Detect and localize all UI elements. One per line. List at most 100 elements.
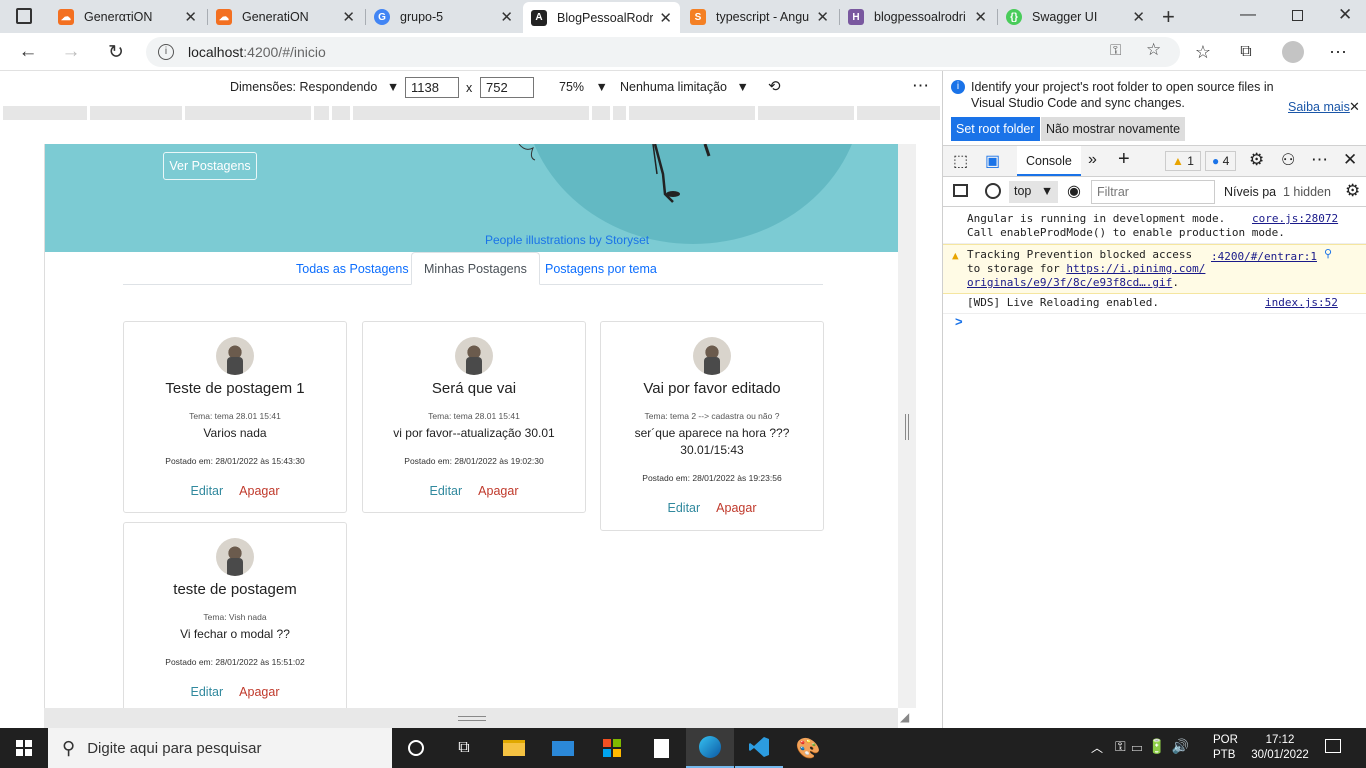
windows-start-icon[interactable] bbox=[0, 728, 48, 768]
back-icon[interactable]: ← bbox=[15, 40, 41, 64]
zoom-select[interactable]: 75% ▼ bbox=[559, 80, 608, 94]
throttle-select[interactable]: Nenhuma limitação ▼ bbox=[620, 80, 749, 94]
close-info-icon[interactable]: ✕ bbox=[1349, 99, 1360, 115]
favorites-icon[interactable]: ☆ bbox=[1190, 40, 1216, 64]
browser-tab-7[interactable]: {} Swagger UI ✕ bbox=[998, 3, 1153, 31]
browser-tab-4-active[interactable]: A BlogPessoalRodri ✕ bbox=[523, 2, 680, 33]
clock[interactable]: 17:12 30/01/2022 bbox=[1244, 733, 1316, 763]
language-indicator[interactable]: POR PTB bbox=[1213, 733, 1238, 763]
browser-tab-3[interactable]: G grupo-5 ✕ bbox=[366, 3, 521, 31]
close-icon[interactable]: ✕ bbox=[1132, 8, 1145, 26]
messages-badge[interactable]: ● 4 bbox=[1205, 151, 1237, 171]
clear-console-icon[interactable] bbox=[985, 183, 1001, 199]
levels-select[interactable]: Níveis pac bbox=[1224, 185, 1276, 199]
tab-all-posts[interactable]: Todas as Postagens bbox=[284, 252, 421, 285]
more-icon[interactable]: ⋯ bbox=[1325, 40, 1351, 64]
settings-icon[interactable]: ⚙ bbox=[1249, 150, 1264, 170]
height-input[interactable]: 752 bbox=[480, 77, 534, 98]
browser-tab-6[interactable]: H blogpessoalrodri ✕ bbox=[840, 3, 995, 31]
new-tab-icon[interactable]: + bbox=[1162, 4, 1175, 30]
viewport-resize-handle-bottom[interactable] bbox=[44, 708, 898, 728]
vscode-icon[interactable] bbox=[735, 728, 783, 768]
share-icon[interactable]: ⚇ bbox=[1281, 150, 1295, 170]
forward-icon[interactable]: → bbox=[58, 40, 84, 64]
edit-link[interactable]: Editar bbox=[430, 484, 463, 498]
console-tab[interactable]: Console bbox=[1017, 146, 1081, 176]
paint-icon[interactable]: 🎨 bbox=[784, 728, 832, 768]
source-link[interactable]: core.js:28072 bbox=[1252, 212, 1338, 226]
key-icon[interactable]: ⚿ bbox=[1110, 42, 1121, 59]
edit-link[interactable]: Editar bbox=[668, 501, 701, 515]
close-devtools-icon[interactable]: ✕ bbox=[1343, 150, 1357, 170]
tray-icons[interactable]: ⚿▭🔋🔊 bbox=[1115, 738, 1195, 755]
set-root-folder-button[interactable]: Set root folder bbox=[951, 117, 1040, 141]
close-icon[interactable]: ✕ bbox=[659, 9, 672, 27]
edit-link[interactable]: Editar bbox=[191, 484, 224, 498]
restore-icon[interactable] bbox=[1292, 10, 1303, 21]
mail-icon[interactable] bbox=[539, 728, 587, 768]
tab-actions-icon[interactable] bbox=[16, 8, 32, 24]
device-toggle-icon[interactable]: ▣ bbox=[985, 151, 1000, 171]
devtools-more-icon[interactable]: ⋯ bbox=[1311, 150, 1328, 170]
reload-icon[interactable]: ↻ bbox=[103, 40, 129, 64]
url-text[interactable]: localhost:4200/#/inicio bbox=[188, 44, 326, 60]
info-icon[interactable]: i bbox=[158, 44, 174, 60]
dont-show-again-button[interactable]: Não mostrar novamente bbox=[1041, 117, 1186, 141]
device-more-icon[interactable]: ⋯ bbox=[912, 76, 929, 96]
rotate-icon[interactable]: ⟲ bbox=[768, 77, 781, 95]
browser-tab-5[interactable]: S typescript - Angu ✕ bbox=[682, 3, 837, 31]
close-icon[interactable]: ✕ bbox=[184, 8, 197, 26]
more-tabs-icon[interactable]: » bbox=[1088, 151, 1097, 169]
close-window-icon[interactable]: ✕ bbox=[1338, 5, 1352, 25]
delete-link[interactable]: Apagar bbox=[239, 685, 279, 699]
console-settings-icon[interactable]: ⚙ bbox=[1345, 181, 1360, 201]
warning-url-link[interactable]: https://i.pinimg.com/ bbox=[1066, 262, 1205, 275]
browser-tab-1[interactable]: ☁ GenerατiON ✕ bbox=[50, 3, 205, 31]
minimize-icon[interactable]: — bbox=[1240, 6, 1256, 24]
browser-tab-2[interactable]: ☁ GeneratiON ✕ bbox=[208, 3, 363, 31]
notifications-icon[interactable] bbox=[1325, 739, 1341, 753]
add-tab-icon[interactable]: + bbox=[1118, 148, 1130, 171]
tab-my-posts[interactable]: Minhas Postagens bbox=[411, 252, 540, 285]
emulated-page: Ver Postagens People illustrations by St… bbox=[44, 144, 898, 708]
width-input[interactable]: 1138 bbox=[405, 77, 459, 98]
sidebar-toggle-icon[interactable] bbox=[953, 184, 968, 197]
close-icon[interactable]: ✕ bbox=[342, 8, 355, 26]
edit-link[interactable]: Editar bbox=[191, 685, 224, 699]
task-view-icon[interactable]: ⧉ bbox=[440, 728, 488, 768]
resize-corner-icon[interactable]: ◢ bbox=[900, 710, 909, 724]
profile-avatar[interactable] bbox=[1282, 41, 1304, 63]
warnings-badge[interactable]: ▲ 1 bbox=[1165, 151, 1201, 171]
context-select[interactable]: top ▼ bbox=[1009, 181, 1059, 203]
delete-link[interactable]: Apagar bbox=[239, 484, 279, 498]
live-expression-icon[interactable]: ◉ bbox=[1067, 181, 1081, 201]
store-icon[interactable] bbox=[588, 728, 636, 768]
close-icon[interactable]: ✕ bbox=[500, 8, 513, 26]
illustration-credit-link[interactable]: People illustrations by Storyset bbox=[485, 233, 649, 247]
collections-icon[interactable]: ⧉ bbox=[1233, 40, 1259, 64]
document-icon[interactable] bbox=[637, 728, 685, 768]
taskbar-search-box[interactable]: ⚲ Digite aqui para pesquisar bbox=[48, 728, 392, 768]
file-explorer-icon[interactable] bbox=[490, 728, 538, 768]
tray-chevron-icon[interactable]: ︿ bbox=[1091, 739, 1103, 756]
close-icon[interactable]: ✕ bbox=[974, 8, 987, 26]
delete-link[interactable]: Apagar bbox=[478, 484, 518, 498]
dimensions-select[interactable]: Dimensões: Respondendo ▼ bbox=[230, 80, 399, 94]
tab-posts-by-theme[interactable]: Postagens por tema bbox=[533, 252, 669, 285]
cortana-icon[interactable] bbox=[392, 728, 440, 768]
search-icon[interactable]: ⚲ bbox=[1324, 247, 1332, 261]
source-link[interactable]: :4200/#/entrar:1 bbox=[1211, 250, 1317, 264]
add-favorite-icon[interactable]: ☆ bbox=[1146, 40, 1161, 60]
viewport-resize-handle-right[interactable] bbox=[898, 144, 916, 708]
edge-browser-icon[interactable] bbox=[686, 728, 734, 768]
view-posts-button[interactable]: Ver Postagens bbox=[163, 152, 257, 180]
console-prompt[interactable]: > bbox=[955, 314, 963, 329]
warning-url-link-2[interactable]: originals/e9/3f/8c/e93f8cd….gif bbox=[967, 276, 1172, 289]
delete-link[interactable]: Apagar bbox=[716, 501, 756, 515]
address-bar[interactable]: i localhost:4200/#/inicio ⚿ ☆ bbox=[146, 37, 1180, 67]
filter-input[interactable]: Filtrar bbox=[1091, 180, 1215, 204]
inspect-icon[interactable]: ⬚ bbox=[953, 151, 968, 171]
source-link[interactable]: index.js:52 bbox=[1265, 296, 1338, 310]
close-icon[interactable]: ✕ bbox=[816, 8, 829, 26]
learn-more-link[interactable]: Saiba mais bbox=[1288, 100, 1350, 114]
